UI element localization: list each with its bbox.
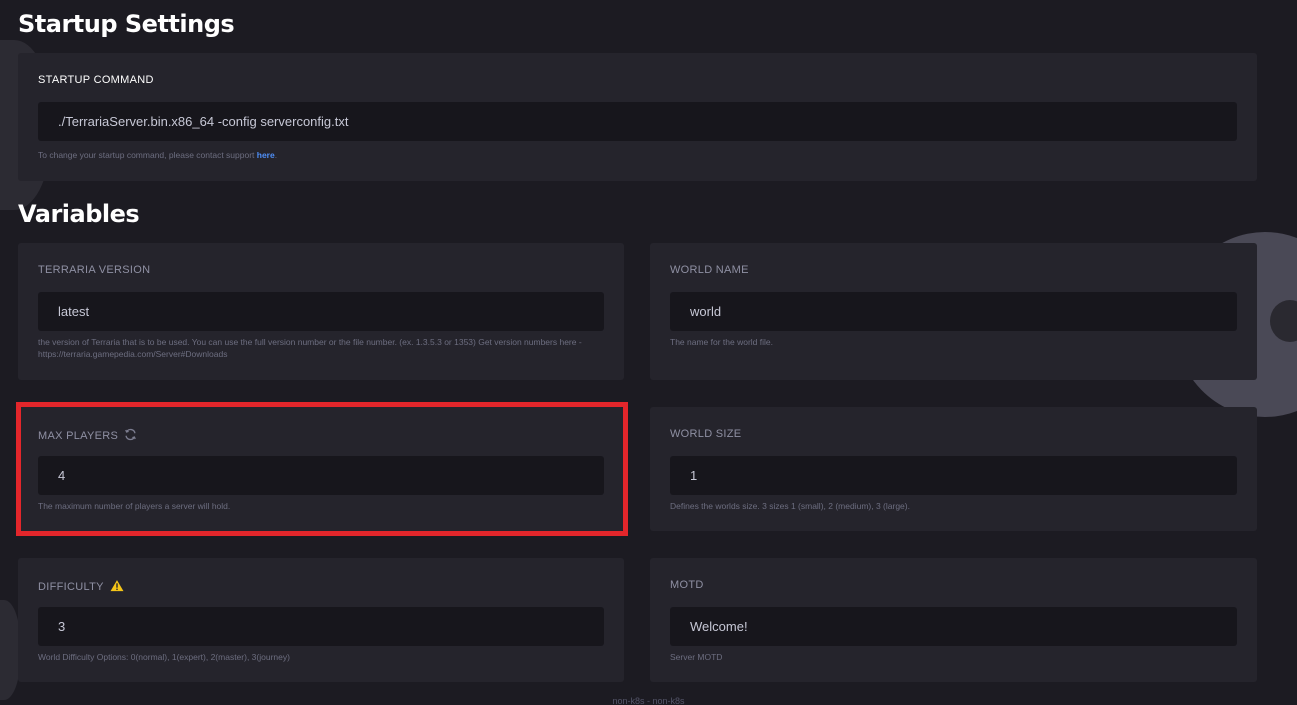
variable-help: Defines the worlds size. 3 sizes 1 (smal… <box>670 501 910 511</box>
variable-card-terraria-version: TERRARIA VERSION latest the version of T… <box>18 243 624 380</box>
variable-label: MOTD <box>670 579 704 591</box>
background-decoration-bottom-left <box>0 600 20 700</box>
variable-label: WORLD SIZE <box>670 428 742 440</box>
variable-label: WORLD NAME <box>670 264 749 276</box>
startup-settings-heading: Startup Settings <box>18 10 235 38</box>
variable-help: the version of Terraria that is to be us… <box>38 337 582 359</box>
variable-help: The name for the world file. <box>670 337 773 347</box>
variable-label: TERRARIA VERSION <box>38 264 151 276</box>
variable-value: world <box>690 304 722 319</box>
footer-text: non-k8s - non-k8s <box>612 696 685 705</box>
variable-help: Server MOTD <box>670 652 723 662</box>
startup-command-field[interactable]: ./TerrariaServer.bin.x86_64 -config serv… <box>38 102 1237 141</box>
world-name-input[interactable]: world <box>670 292 1237 331</box>
variable-card-motd: MOTD Welcome! Server MOTD <box>650 558 1257 682</box>
variable-card-world-name: WORLD NAME world The name for the world … <box>650 243 1257 380</box>
variable-card-difficulty: DIFFICULTY 3 World Difficulty Options: 0… <box>18 558 624 682</box>
startup-command-panel: STARTUP COMMAND ./TerrariaServer.bin.x86… <box>18 53 1257 181</box>
refresh-icon[interactable] <box>124 428 137 444</box>
variable-value: 3 <box>58 619 66 634</box>
variable-value: latest <box>58 304 90 319</box>
startup-command-help: To change your startup command, please c… <box>38 150 278 160</box>
world-size-input[interactable]: 1 <box>670 456 1237 495</box>
variable-value: 1 <box>690 468 698 483</box>
startup-command-label: STARTUP COMMAND <box>38 74 154 86</box>
variable-help: The maximum number of players a server w… <box>38 501 231 511</box>
variable-label: MAX PLAYERS <box>38 428 137 444</box>
variable-value: 4 <box>58 468 66 483</box>
contact-support-link[interactable]: here <box>257 150 275 160</box>
terraria-version-input[interactable]: latest <box>38 292 604 331</box>
variable-help: World Difficulty Options: 0(normal), 1(e… <box>38 652 290 662</box>
startup-page: Startup Settings STARTUP COMMAND ./Terra… <box>0 0 1297 705</box>
variable-card-world-size: WORLD SIZE 1 Defines the worlds size. 3 … <box>650 407 1257 531</box>
variable-label: DIFFICULTY <box>38 579 124 595</box>
variable-value: Welcome! <box>690 619 748 634</box>
difficulty-input[interactable]: 3 <box>38 607 604 646</box>
variable-card-max-players: MAX PLAYERS 4 The maximum number of play… <box>18 407 624 531</box>
startup-command-value: ./TerrariaServer.bin.x86_64 -config serv… <box>58 114 349 129</box>
warning-icon <box>110 579 124 595</box>
variables-heading: Variables <box>18 200 140 228</box>
max-players-input[interactable]: 4 <box>38 456 604 495</box>
motd-input[interactable]: Welcome! <box>670 607 1237 646</box>
